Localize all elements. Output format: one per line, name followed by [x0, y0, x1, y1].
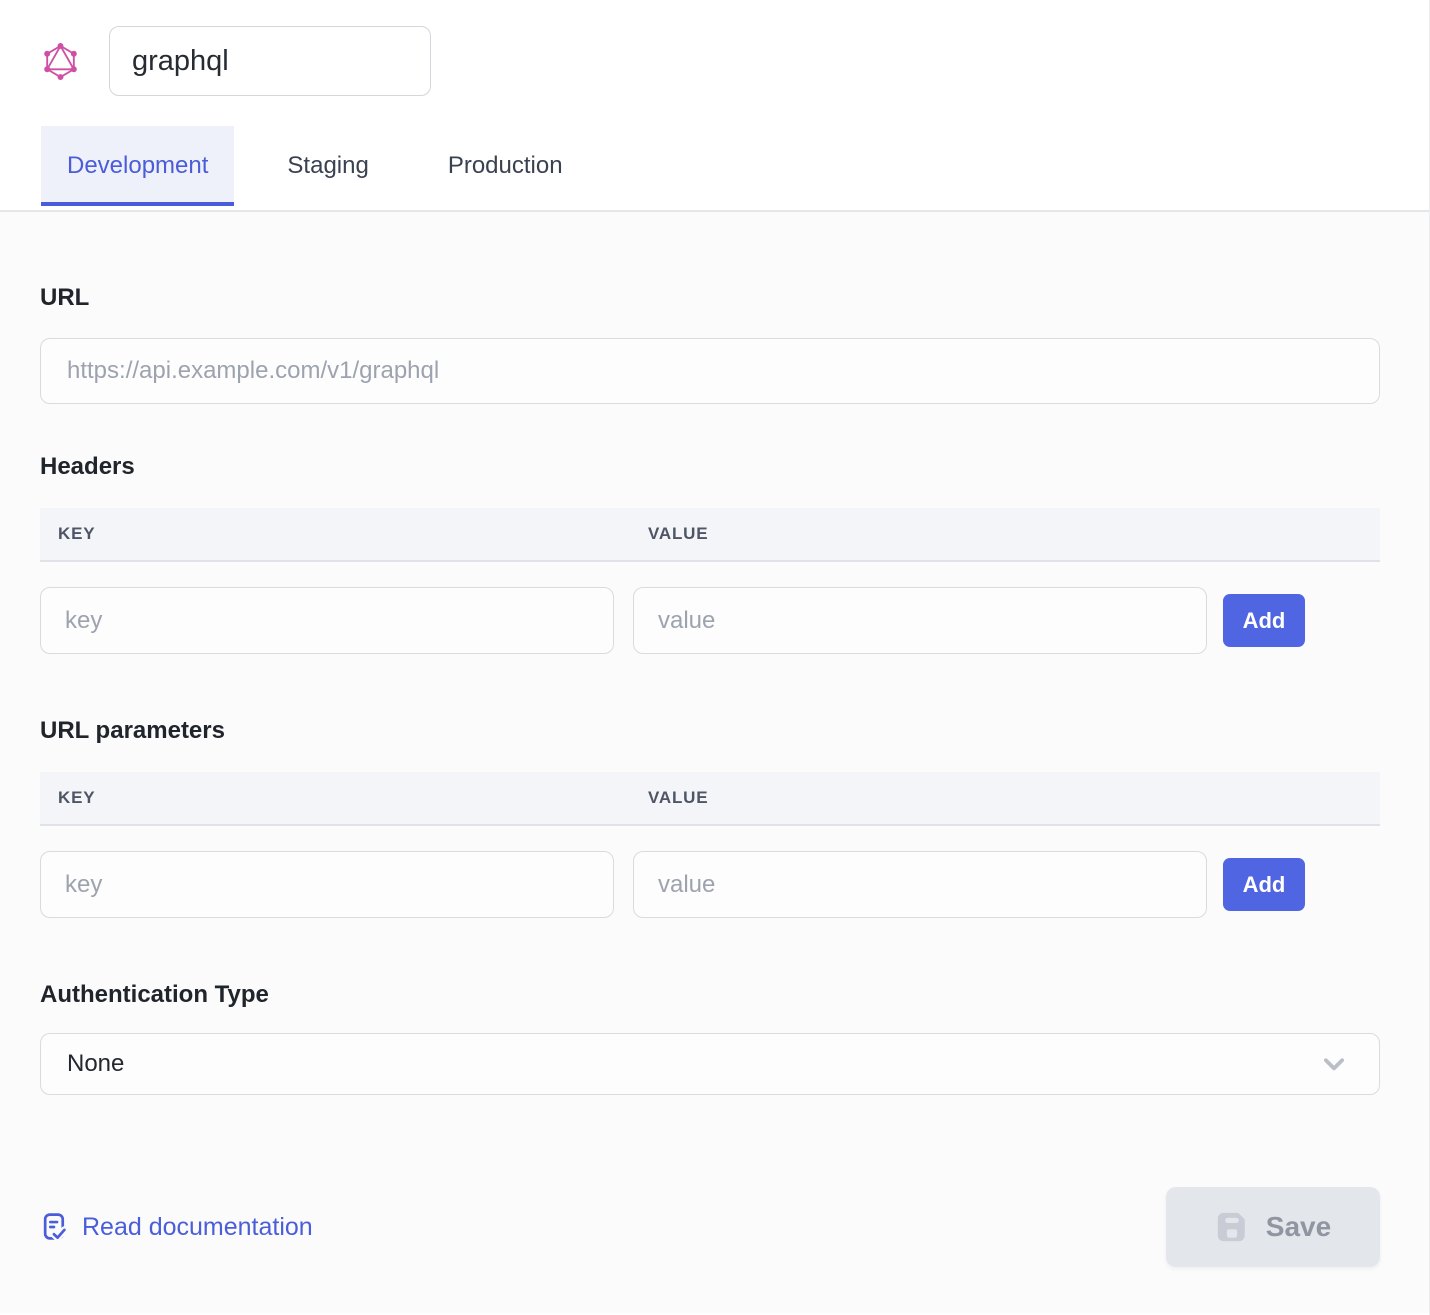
url-input[interactable] [40, 338, 1380, 404]
documentation-icon [40, 1211, 71, 1243]
url-label: URL [40, 212, 1380, 312]
headers-value-column-header: VALUE [648, 524, 708, 544]
headers-value-input[interactable] [633, 587, 1207, 654]
tab-staging[interactable]: Staging [261, 126, 394, 206]
headers-title: Headers [40, 404, 1380, 481]
chevron-down-icon [1319, 1049, 1349, 1079]
params-key-input[interactable] [40, 851, 614, 918]
environment-tabs: Development Staging Production [0, 126, 1429, 206]
headers-input-row: Add [40, 587, 1380, 654]
datasource-header [0, 0, 1429, 96]
params-table-header: KEY VALUE [40, 772, 1380, 826]
save-button-label: Save [1266, 1211, 1331, 1243]
url-parameters-title: URL parameters [40, 654, 1380, 745]
save-button[interactable]: Save [1166, 1187, 1380, 1267]
read-documentation-label: Read documentation [82, 1213, 313, 1242]
auth-type-select[interactable]: None [40, 1033, 1380, 1095]
headers-add-button[interactable]: Add [1223, 594, 1305, 647]
params-value-column-header: VALUE [648, 788, 708, 808]
params-value-input[interactable] [633, 851, 1207, 918]
datasource-settings-page: Development Staging Production URL Heade… [0, 0, 1430, 1315]
datasource-name-input[interactable] [109, 26, 431, 96]
authentication-type-label: Authentication Type [40, 918, 1380, 1009]
save-floppy-icon [1215, 1210, 1249, 1244]
read-documentation-link[interactable]: Read documentation [40, 1211, 313, 1243]
environment-form: URL Headers KEY VALUE Add URL parameters… [0, 212, 1429, 1313]
form-footer: Read documentation Save [40, 1187, 1380, 1267]
params-input-row: Add [40, 851, 1380, 918]
params-key-column-header: KEY [58, 788, 95, 808]
headers-table-header: KEY VALUE [40, 508, 1380, 562]
auth-type-selected-value: None [67, 1050, 124, 1078]
tab-development[interactable]: Development [41, 126, 234, 206]
headers-key-column-header: KEY [58, 524, 95, 544]
graphql-logo-icon [42, 43, 79, 80]
params-add-button[interactable]: Add [1223, 858, 1305, 911]
tab-production[interactable]: Production [422, 126, 589, 206]
headers-key-input[interactable] [40, 587, 614, 654]
